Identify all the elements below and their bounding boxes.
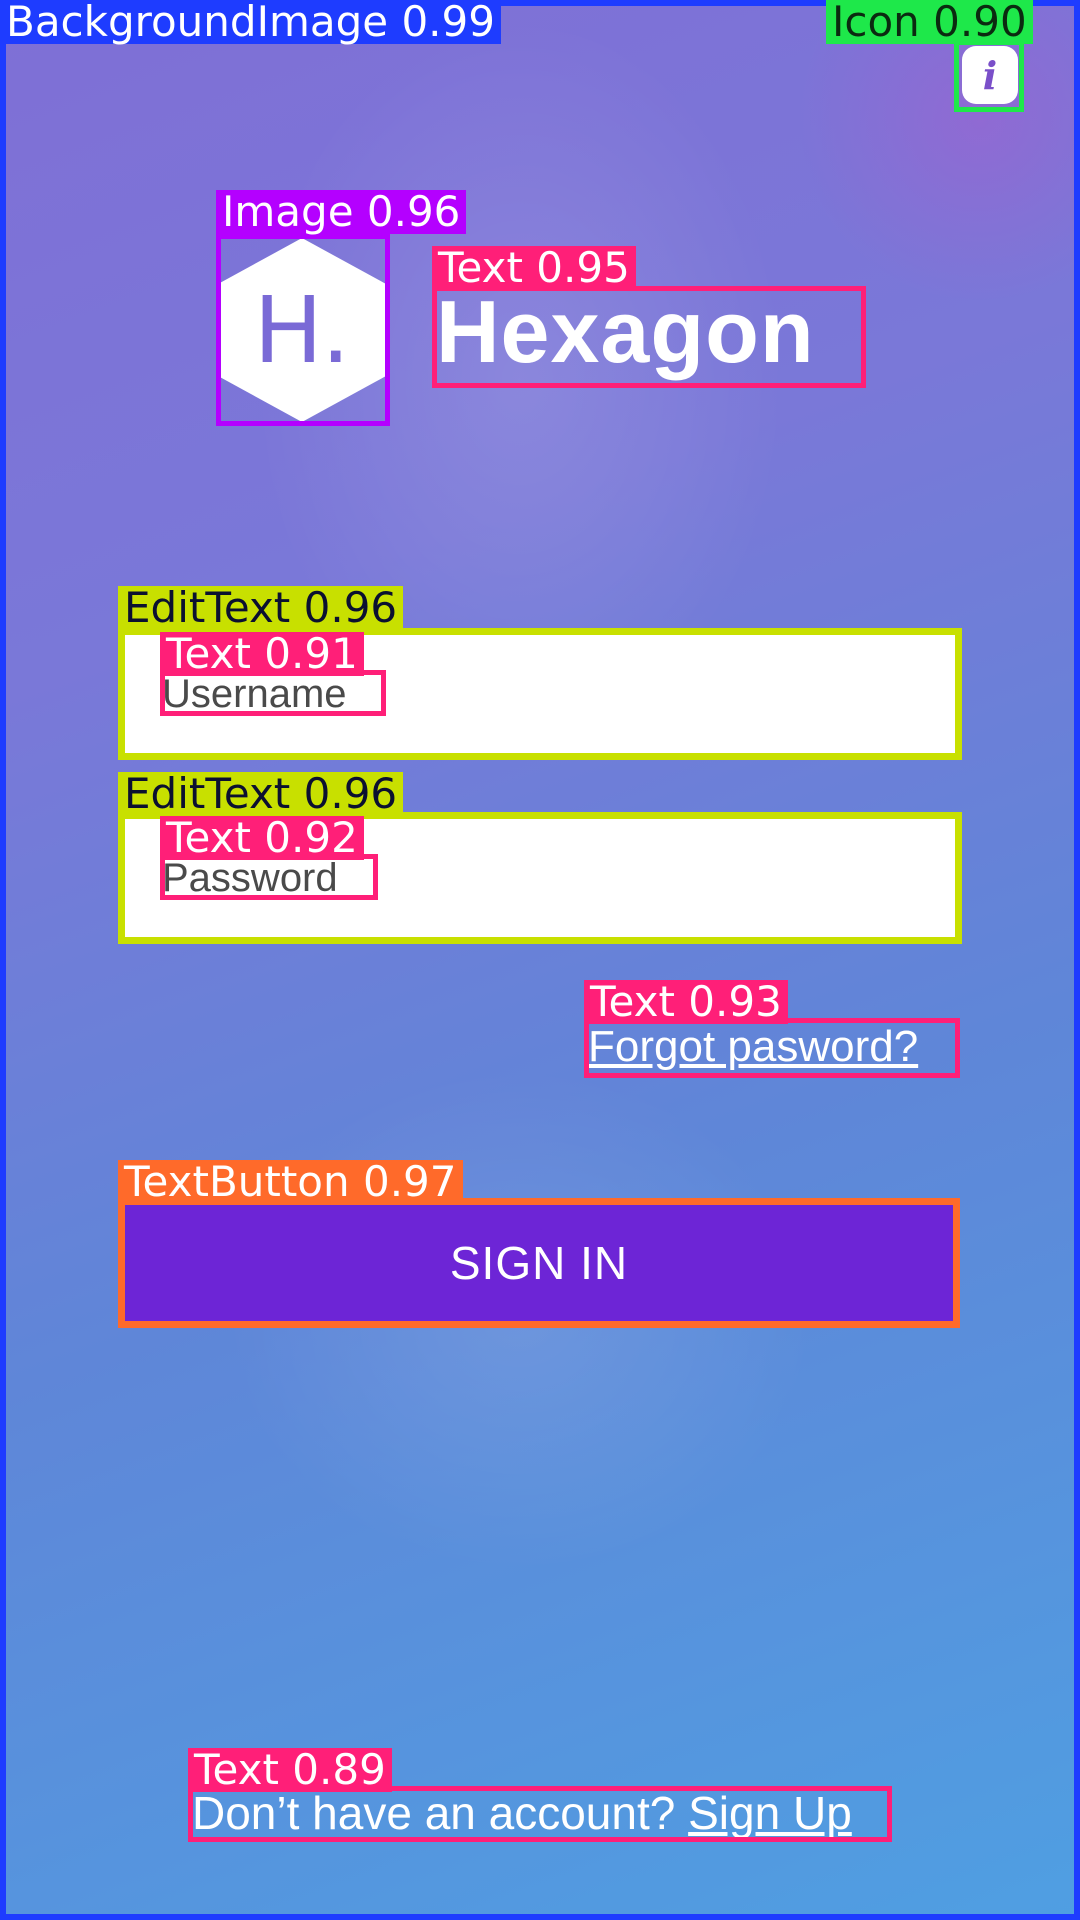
annotation-label-image: Image 0.96 [216, 190, 467, 234]
annotation-box-image [216, 234, 390, 426]
annotation-label-title: Text 0.95 [432, 246, 636, 290]
annotation-label-signup: Text 0.89 [188, 1748, 392, 1792]
annotation-box-forgot [584, 1018, 960, 1078]
annotation-label-background: BackgroundImage 0.99 [0, 0, 501, 44]
annotation-label-password-text: Text 0.92 [160, 816, 364, 860]
annotation-label-password-edit: EditText 0.96 [118, 772, 404, 816]
annotation-box-title [432, 286, 866, 388]
annotation-box-signup [188, 1786, 892, 1842]
annotation-label-username-edit: EditText 0.96 [118, 586, 404, 630]
annotation-label-signin: TextButton 0.97 [118, 1160, 463, 1204]
annotation-box-signin [118, 1198, 960, 1328]
annotation-label-icon: Icon 0.90 [826, 0, 1033, 44]
annotation-label-username-text: Text 0.91 [160, 632, 364, 676]
annotation-label-forgot: Text 0.93 [584, 980, 788, 1024]
annotation-box-icon [954, 40, 1024, 112]
